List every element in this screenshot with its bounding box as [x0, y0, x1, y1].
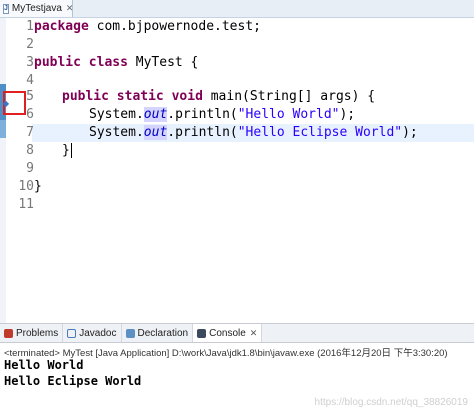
close-icon[interactable]: ✕ [250, 328, 258, 339]
editor-tab-bar: J MyTestjava ✕ [0, 0, 474, 18]
bottom-views-panel: Problems Javadoc Declaration Console ✕ <… [0, 323, 474, 410]
line-number-gutter: 1 2 3 4 5 6 7 8 9 10 11 [6, 18, 34, 323]
javadoc-icon [67, 328, 77, 338]
tab-console[interactable]: Console ✕ [193, 324, 263, 342]
java-file-icon: J [3, 3, 9, 14]
problems-icon [4, 328, 13, 338]
code-line: } [34, 179, 42, 194]
line-number: 11 [18, 197, 34, 212]
code-line: }​ [62, 143, 72, 158]
occurrence-marker-icon: ◆ [3, 99, 10, 108]
line-number: 7 [26, 125, 34, 140]
line-number: 9 [26, 161, 34, 176]
console-output-line: Hello Eclipse World [4, 374, 142, 388]
close-icon[interactable]: ✕ [66, 3, 74, 14]
tab-javadoc[interactable]: Javadoc [63, 324, 122, 342]
console-terminated-status: <terminated> MyTest [Java Application] D… [4, 348, 448, 359]
console-output-line: Hello World [4, 358, 84, 372]
line-number: 3 [26, 55, 34, 70]
tab-declaration[interactable]: Declaration [122, 324, 194, 342]
line-number: 2 [26, 37, 34, 52]
line-number: 1 [26, 19, 34, 34]
console-icon [197, 328, 207, 338]
code-line: System.out.println("Hello Eclipse World"… [89, 125, 418, 140]
line-number: 10 [18, 179, 34, 194]
code-line: System.out.println("Hello World"); [89, 107, 356, 122]
code-editor[interactable]: 1 2 3 4 5 6 7 8 9 10 11 ◆ package com.bj… [0, 18, 474, 323]
line-number: 8 [26, 143, 34, 158]
views-tab-bar: Problems Javadoc Declaration Console ✕ [0, 324, 474, 343]
editor-tab-mytest[interactable]: J MyTestjava ✕ [0, 0, 73, 17]
editor-tab-label: MyTestjava [11, 3, 62, 14]
text-cursor: ​ [70, 143, 72, 158]
code-line: public static void main(String[] args) { [62, 89, 376, 104]
tab-problems[interactable]: Problems [0, 324, 64, 342]
code-line: package com.bjpowernode.test; [34, 19, 261, 34]
watermark: https://blog.csdn.net/qq_38826019 [314, 397, 468, 408]
code-line: public class MyTest { [34, 55, 199, 70]
declaration-icon [125, 328, 135, 338]
